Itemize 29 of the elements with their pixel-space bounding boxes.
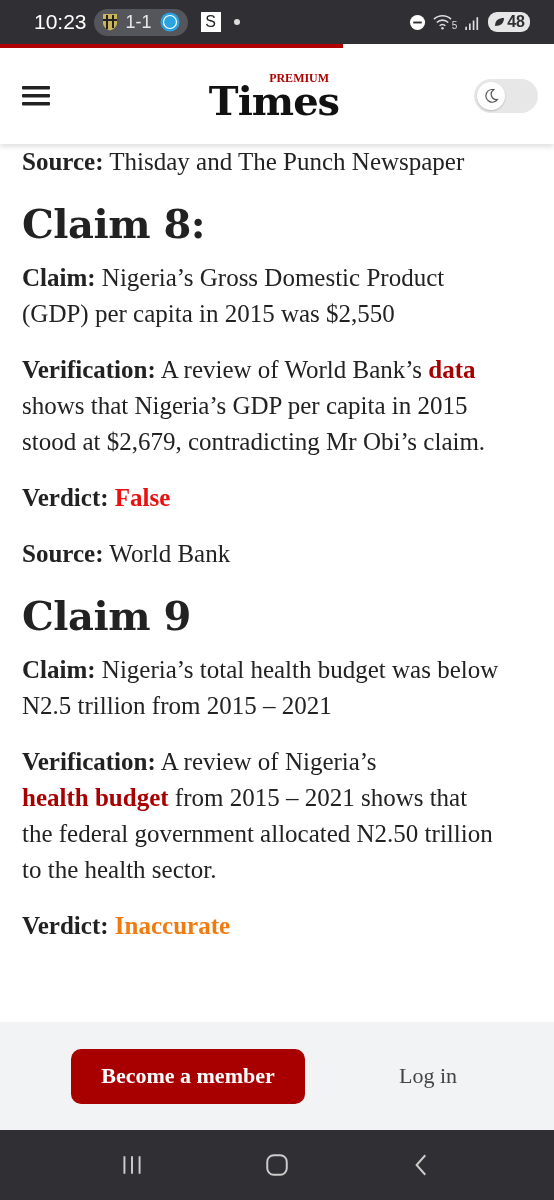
wifi-icon [432, 14, 452, 30]
wifi-band-label: 5 [451, 20, 458, 31]
inline-link[interactable]: health budget [22, 784, 169, 811]
paragraph: Verification: A review of World Bank’s data shows that Nigeria’s GDP per capita in 2015 stood at $2,679, contradicting Mr Obi’s claim. [22, 355, 487, 457]
leaf-icon [493, 16, 506, 28]
become-member-button[interactable]: Become a member [71, 1048, 305, 1104]
dark-mode-toggle[interactable] [474, 79, 538, 113]
team-crest-icon [159, 12, 180, 32]
home-icon[interactable] [264, 1152, 290, 1178]
app-notification-icon: S [200, 12, 221, 32]
inline-link[interactable]: data [428, 356, 476, 383]
section-heading: Claim 9 [22, 592, 192, 640]
clock: 10:23 [34, 10, 87, 34]
paragraph: Verification: A review of Nigeria’s health budget from 2015 – 2021 shows that the federal government allocated N2.50 trillion to the health sector. [22, 747, 494, 885]
paragraph: Source: Thisday and The Punch Newspaper [22, 147, 466, 177]
login-link[interactable]: Log in [399, 1063, 458, 1089]
paragraph: Verdict: Inaccurate [22, 911, 232, 941]
paragraph: Claim: Nigeria’s total health budget was below N2.5 trillion from 2015 – 2021 [22, 655, 500, 721]
section-heading: Claim 8: [22, 200, 206, 248]
match-score: 1-1 [125, 11, 152, 33]
battery-level: 48 [507, 13, 525, 31]
moon-icon [482, 87, 500, 105]
paragraph: Claim: Nigeria’s Gross Domestic Product (GDP) per capita in 2015 was $2,550 [22, 263, 446, 330]
paragraph: Verdict: False [22, 483, 172, 513]
paragraph: Source: World Bank [22, 539, 232, 569]
do-not-disturb-icon [408, 13, 426, 31]
more-notifications-icon [233, 19, 240, 25]
menu-icon[interactable] [22, 84, 50, 108]
shield-icon [101, 13, 118, 31]
